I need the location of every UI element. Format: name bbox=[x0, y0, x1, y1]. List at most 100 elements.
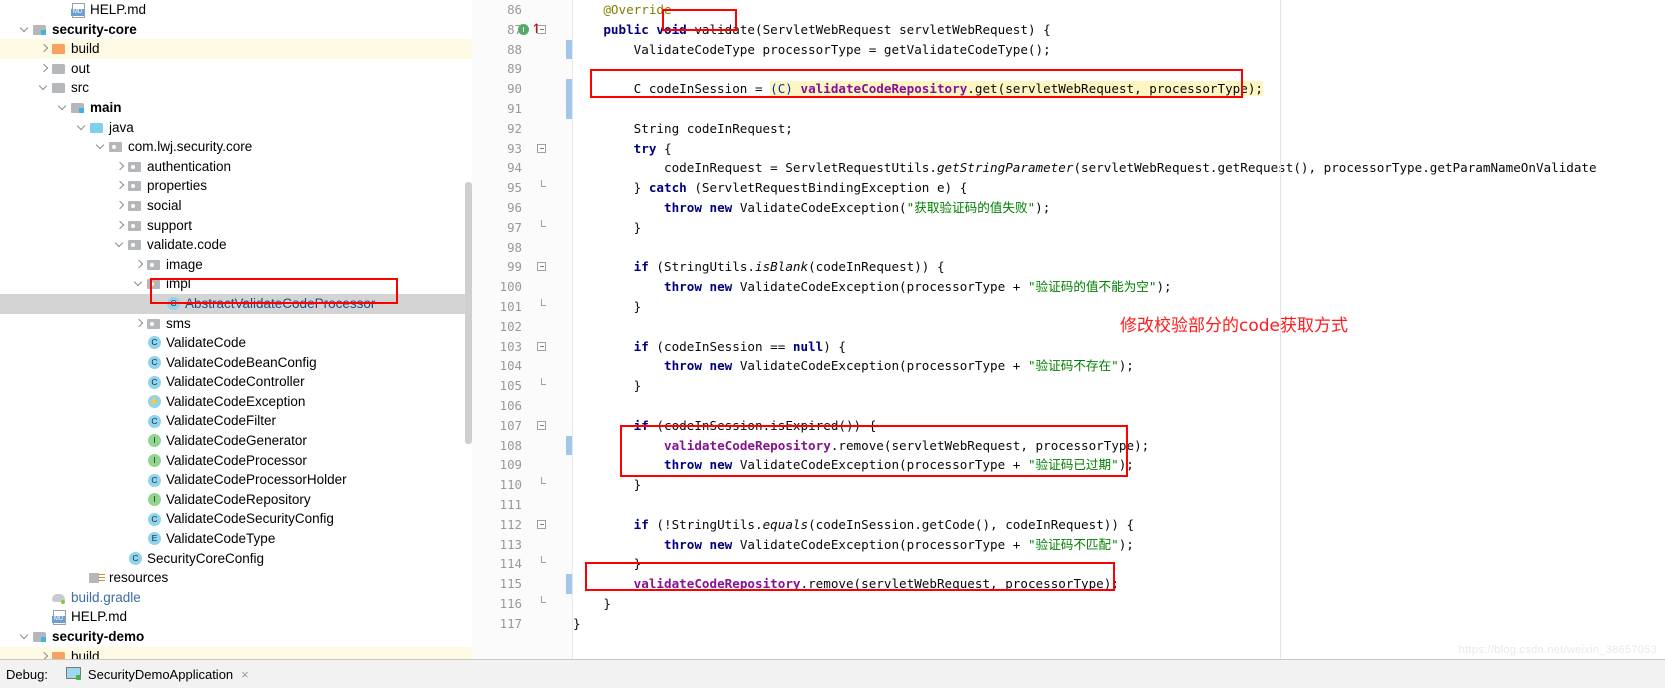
tree-item-out[interactable]: out bbox=[0, 59, 472, 79]
gutter-line-112[interactable]: 112 bbox=[472, 515, 572, 535]
fold-end-icon[interactable] bbox=[541, 219, 546, 227]
chevron-right-icon[interactable] bbox=[133, 314, 146, 334]
tree-item-validatecodeexception[interactable]: ⚡ ValidateCodeException bbox=[0, 392, 472, 412]
tree-item-validatecodeprocessor[interactable]: I ValidateCodeProcessor bbox=[0, 451, 472, 471]
tree-item-help-md[interactable]: HELP.md bbox=[0, 607, 472, 627]
tree-item-build[interactable]: build bbox=[0, 646, 472, 660]
tree-item-securitycoreconfig[interactable]: C SecurityCoreConfig bbox=[0, 549, 472, 569]
changed-line-stripe[interactable] bbox=[566, 39, 572, 60]
tree-item-src[interactable]: src bbox=[0, 78, 472, 98]
tree-item-resources[interactable]: resources bbox=[0, 568, 472, 588]
project-tree-scrollbar[interactable] bbox=[465, 182, 472, 444]
fold-collapse-icon[interactable] bbox=[537, 24, 546, 34]
override-method-icon[interactable]: I bbox=[518, 23, 529, 35]
code-line-89[interactable] bbox=[573, 59, 1665, 79]
close-icon[interactable]: × bbox=[241, 667, 249, 682]
gutter-line-107[interactable]: 107 bbox=[472, 416, 572, 436]
tree-item-social[interactable]: social bbox=[0, 196, 472, 216]
tree-item-help-md[interactable]: HELP.md bbox=[0, 0, 472, 20]
code-line-103[interactable]: if (codeInSession == null) { bbox=[573, 337, 1665, 357]
code-line-112[interactable]: if (!StringUtils.equals(codeInSession.ge… bbox=[573, 515, 1665, 535]
fold-collapse-icon[interactable] bbox=[537, 519, 546, 529]
tree-item-validatecodecontroller[interactable]: C ValidateCodeController bbox=[0, 372, 472, 392]
fold-collapse-icon[interactable] bbox=[537, 262, 546, 272]
gutter-line-113[interactable]: 113 bbox=[472, 535, 572, 555]
tree-item-validatecodebeanconfig[interactable]: C ValidateCodeBeanConfig bbox=[0, 353, 472, 373]
gutter-line-100[interactable]: 100 bbox=[472, 277, 572, 297]
tree-item-image[interactable]: image bbox=[0, 255, 472, 275]
code-line-95[interactable]: } catch (ServletRequestBindingException … bbox=[573, 178, 1665, 198]
chevron-right-icon[interactable] bbox=[38, 39, 51, 59]
tree-item-java[interactable]: java bbox=[0, 118, 472, 138]
tree-item-security-core[interactable]: security-core bbox=[0, 20, 472, 40]
fold-end-icon[interactable] bbox=[541, 556, 546, 564]
gutter-line-90[interactable]: 90 bbox=[472, 79, 572, 99]
chevron-right-icon[interactable] bbox=[114, 216, 127, 236]
code-line-116[interactable]: } bbox=[573, 594, 1665, 614]
fold-collapse-icon[interactable] bbox=[537, 143, 546, 153]
tree-item-validatecodegenerator[interactable]: I ValidateCodeGenerator bbox=[0, 431, 472, 451]
code-line-97[interactable]: } bbox=[573, 218, 1665, 238]
code-line-87[interactable]: public void validate(ServletWebRequest s… bbox=[573, 20, 1665, 40]
tree-item-validatecodetype[interactable]: E ValidateCodeType bbox=[0, 529, 472, 549]
code-line-99[interactable]: if (StringUtils.isBlank(codeInRequest)) … bbox=[573, 257, 1665, 277]
tree-item-support[interactable]: support bbox=[0, 216, 472, 236]
changed-line-stripe[interactable] bbox=[566, 98, 572, 119]
chevron-right-icon[interactable] bbox=[133, 255, 146, 275]
chevron-down-icon[interactable] bbox=[19, 20, 32, 40]
gutter-line-109[interactable]: 109 bbox=[472, 455, 572, 475]
code-line-114[interactable]: } bbox=[573, 554, 1665, 574]
chevron-down-icon[interactable] bbox=[38, 78, 51, 98]
tree-item-sms[interactable]: sms bbox=[0, 314, 472, 334]
code-line-100[interactable]: throw new ValidateCodeException(processo… bbox=[573, 277, 1665, 297]
tree-item-validatecodeprocessorholder[interactable]: C ValidateCodeProcessorHolder bbox=[0, 470, 472, 490]
tree-item-build-gradle[interactable]: build.gradle bbox=[0, 588, 472, 608]
code-line-113[interactable]: throw new ValidateCodeException(processo… bbox=[573, 535, 1665, 555]
code-line-105[interactable]: } bbox=[573, 376, 1665, 396]
fold-end-icon[interactable] bbox=[541, 298, 546, 306]
gutter-line-101[interactable]: 101 bbox=[472, 297, 572, 317]
code-line-102[interactable] bbox=[573, 317, 1665, 337]
gutter-line-115[interactable]: 115 bbox=[472, 574, 572, 594]
chevron-down-icon[interactable] bbox=[133, 274, 146, 294]
chevron-right-icon[interactable] bbox=[114, 196, 127, 216]
chevron-right-icon[interactable] bbox=[38, 59, 51, 79]
tree-item-authentication[interactable]: authentication bbox=[0, 157, 472, 177]
fold-end-icon[interactable] bbox=[541, 378, 546, 386]
code-line-117[interactable]: } bbox=[573, 614, 1665, 634]
chevron-right-icon[interactable] bbox=[38, 647, 51, 660]
code-line-106[interactable] bbox=[573, 396, 1665, 416]
fold-collapse-icon[interactable] bbox=[537, 341, 546, 351]
gutter-line-87[interactable]: 87I↑ bbox=[472, 20, 572, 40]
tree-item-security-demo[interactable]: security-demo bbox=[0, 627, 472, 647]
chevron-down-icon[interactable] bbox=[114, 235, 127, 255]
tree-item-validatecode[interactable]: C ValidateCode bbox=[0, 333, 472, 353]
chevron-right-icon[interactable] bbox=[114, 157, 127, 177]
gutter-line-99[interactable]: 99 bbox=[472, 257, 572, 277]
debug-toolbar[interactable]: Debug: SecurityDemoApplication × bbox=[0, 659, 1665, 688]
editor-gutter[interactable]: 86 87I↑88 89 90 91 92 93 94 95 96 97 98 99 100 101 102 1… bbox=[472, 0, 573, 660]
tree-item-com-lwj-security-core[interactable]: com.lwj.security.core bbox=[0, 137, 472, 157]
tree-item-validate-code[interactable]: validate.code bbox=[0, 235, 472, 255]
changed-line-stripe[interactable] bbox=[566, 435, 572, 456]
tree-item-impl[interactable]: impl bbox=[0, 274, 472, 294]
gutter-line-95[interactable]: 95 bbox=[472, 178, 572, 198]
changed-line-stripe[interactable] bbox=[566, 79, 572, 99]
debug-session-name[interactable]: SecurityDemoApplication bbox=[88, 667, 233, 682]
code-line-110[interactable]: } bbox=[573, 475, 1665, 495]
gutter-line-105[interactable]: 105 bbox=[472, 376, 572, 396]
code-line-94[interactable]: codeInRequest = ServletRequestUtils.getS… bbox=[573, 158, 1665, 178]
code-line-101[interactable]: } bbox=[573, 297, 1665, 317]
fold-end-icon[interactable] bbox=[541, 477, 546, 485]
gutter-line-93[interactable]: 93 bbox=[472, 139, 572, 159]
project-tree-panel[interactable]: HELP.md security-core build out srcmain java c… bbox=[0, 0, 472, 660]
chevron-down-icon[interactable] bbox=[57, 98, 70, 118]
code-line-98[interactable] bbox=[573, 238, 1665, 258]
gutter-line-110[interactable]: 110 bbox=[472, 475, 572, 495]
code-line-111[interactable] bbox=[573, 495, 1665, 515]
code-line-86[interactable]: @Override bbox=[573, 0, 1665, 20]
code-line-115[interactable]: validateCodeRepository.remove(servletWeb… bbox=[573, 574, 1665, 594]
code-text-area[interactable]: @Override public void validate(ServletWe… bbox=[573, 0, 1665, 660]
gutter-line-92[interactable]: 92 bbox=[472, 119, 572, 139]
code-line-90[interactable]: C codeInSession = (C) validateCodeReposi… bbox=[573, 79, 1665, 99]
